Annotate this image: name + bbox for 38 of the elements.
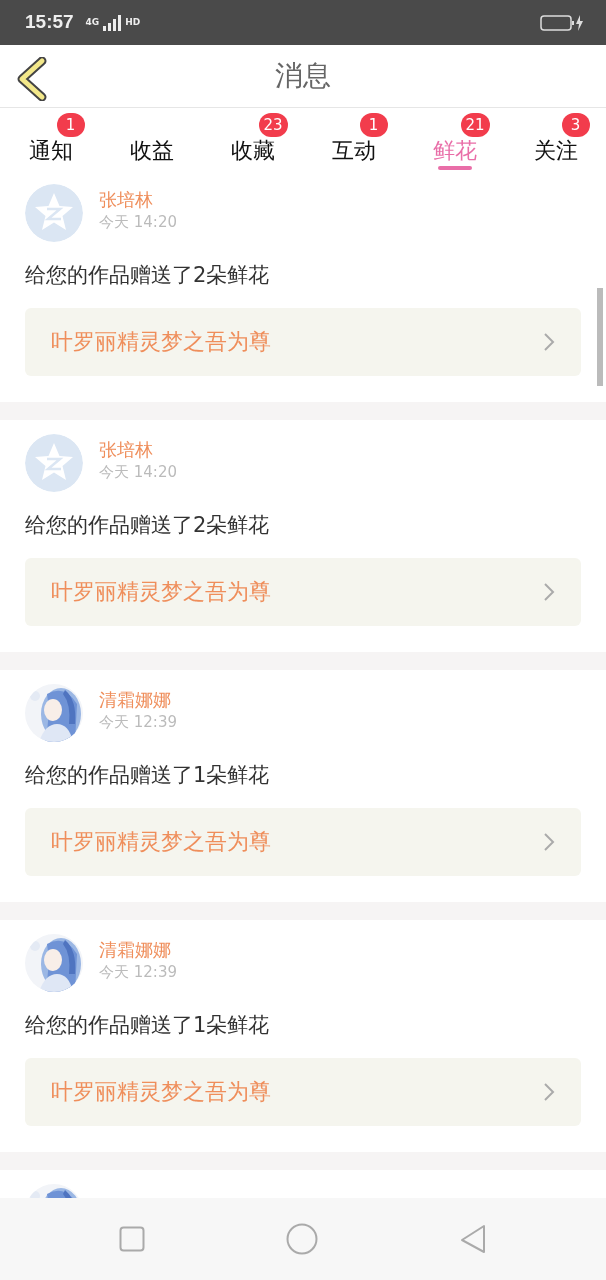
tab[interactable]: 收益 bbox=[101, 108, 202, 170]
tab[interactable]: 鲜花 21 bbox=[404, 108, 505, 170]
message-text: 给您的作品赠送了2朵鲜花 bbox=[25, 262, 271, 289]
message-time: 今天 12:39 bbox=[99, 962, 177, 984]
chevron-icon bbox=[543, 831, 555, 852]
chevron-icon bbox=[543, 331, 555, 352]
message-time: 今天 14:20 bbox=[99, 462, 177, 484]
count-badge: 3 bbox=[561, 113, 590, 137]
message-text: 给您的作品赠送了2朵鲜花 bbox=[25, 512, 271, 539]
message-time: 今天 12:39 bbox=[99, 712, 177, 734]
avatar-icon bbox=[25, 184, 83, 242]
tab[interactable]: 收藏 23 bbox=[202, 108, 303, 170]
user-name: 张培林 bbox=[99, 438, 154, 462]
count-badge: 23 bbox=[258, 113, 288, 137]
chevron-icon bbox=[543, 1081, 555, 1102]
signal-icon bbox=[103, 14, 122, 31]
user-name: 张培林 bbox=[99, 188, 154, 212]
message-text: 给您的作品赠送了1朵鲜花 bbox=[25, 1012, 271, 1039]
page-title: 消息 bbox=[275, 58, 331, 94]
battery-icon bbox=[540, 12, 584, 33]
count-badge: 1 bbox=[56, 113, 85, 137]
count-badge: 1 bbox=[359, 113, 388, 137]
count-badge: 21 bbox=[460, 113, 490, 137]
back-icon[interactable] bbox=[16, 57, 48, 101]
recent-apps-icon[interactable] bbox=[118, 1226, 145, 1252]
home-icon[interactable] bbox=[286, 1223, 318, 1255]
tab[interactable]: 通知 1 bbox=[0, 108, 101, 170]
avatar-icon bbox=[25, 434, 83, 492]
network-label: 4G bbox=[85, 18, 100, 27]
chevron-icon bbox=[543, 581, 555, 602]
user-name: 清霜娜娜 bbox=[99, 938, 172, 962]
tab[interactable]: 互动 1 bbox=[303, 108, 404, 170]
status-time: 15:57 bbox=[25, 10, 74, 35]
message-time: 今天 14:20 bbox=[99, 212, 177, 234]
hd-label: HD bbox=[125, 18, 141, 27]
user-name: 清霜娜娜 bbox=[99, 688, 172, 712]
message-text: 给您的作品赠送了1朵鲜花 bbox=[25, 762, 271, 789]
tab[interactable]: 关注 3 bbox=[505, 108, 606, 170]
